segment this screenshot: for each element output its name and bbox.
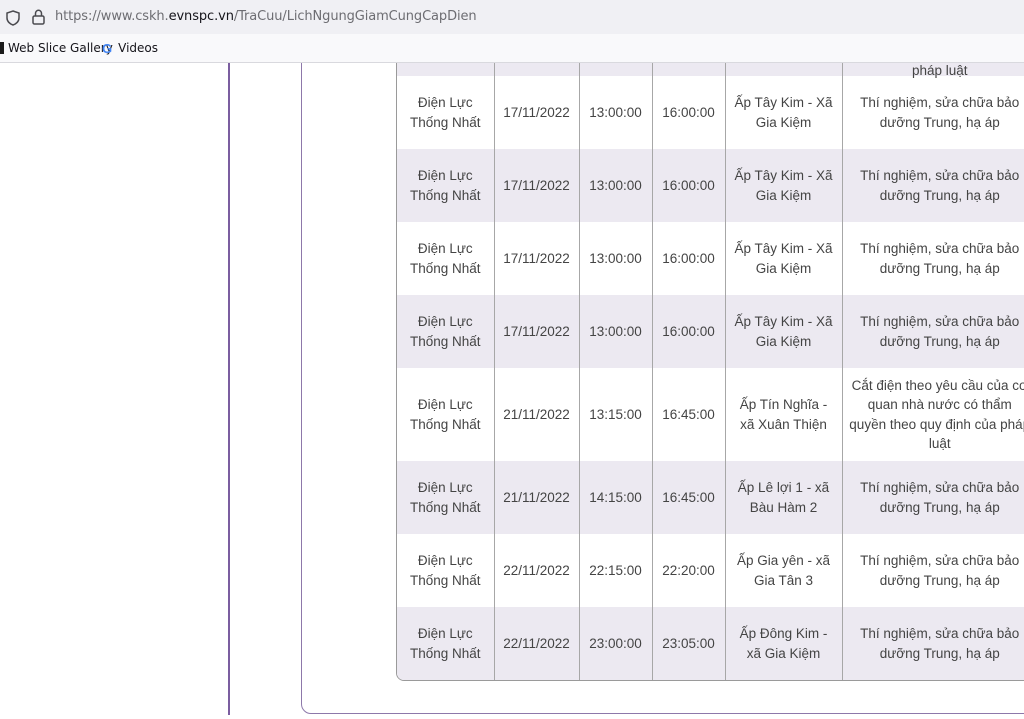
- url-text[interactable]: https://www.cskh.evnspc.vn/TraCuu/LichNg…: [55, 9, 477, 24]
- start-time-cell: 13:00:00: [578, 149, 652, 222]
- table-row: Điện Lực Thống Nhất 22/11/2022 23:00:00 …: [397, 607, 1024, 680]
- reason-cell: Thí nghiệm, sửa chữa bảo dưỡng Trung, hạ…: [841, 149, 1024, 222]
- unit-cell: Điện Lực Thống Nhất: [397, 295, 494, 368]
- start-time-cell: 23:00:00: [578, 607, 652, 680]
- end-time-cell: 16:45:00: [651, 368, 725, 461]
- end-time-cell: 16:00:00: [651, 149, 725, 222]
- unit-cell: Điện Lực Thống Nhất: [397, 149, 494, 222]
- bookmark-videos[interactable]: G Videos: [102, 34, 158, 62]
- area-cell: Ấp Tây Kim - Xã Gia Kiệm: [724, 149, 842, 222]
- date-cell: 22/11/2022: [493, 534, 579, 607]
- start-time-cell: 13:00:00: [578, 76, 652, 149]
- start-time-cell: 22:15:00: [578, 534, 652, 607]
- table-row: Điện Lực Thống Nhất 17/11/2022 13:00:00 …: [397, 149, 1024, 222]
- area-cell: Ấp Đông Kim - xã Gia Kiệm: [724, 607, 842, 680]
- end-time-cell: 16:00:00: [651, 76, 725, 149]
- reason-cell: Thí nghiệm, sửa chữa bảo dưỡng Trung, hạ…: [841, 461, 1024, 534]
- area-cell: Ấp Gia yên - xã Gia Tân 3: [724, 534, 842, 607]
- reason-cell: Thí nghiệm, sửa chữa bảo dưỡng Trung, hạ…: [841, 295, 1024, 368]
- sidebar-divider: [228, 63, 230, 715]
- area-cell: Ấp Tây Kim - Xã Gia Kiệm: [724, 295, 842, 368]
- end-time-cell: 23:05:00: [651, 607, 725, 680]
- table-row: Điện Lực Thống Nhất 17/11/2022 13:00:00 …: [397, 222, 1024, 295]
- date-cell: 17/11/2022: [493, 295, 579, 368]
- end-time-cell: 16:45:00: [651, 461, 725, 534]
- unit-cell: Điện Lực Thống Nhất: [397, 461, 494, 534]
- table-row: Điện Lực Thống Nhất 17/11/2022 13:00:00 …: [397, 76, 1024, 149]
- date-cell: 21/11/2022: [493, 368, 579, 461]
- area-cell: Ấp Tây Kim - Xã Gia Kiệm: [724, 222, 842, 295]
- url-prefix: https://www.cskh.: [55, 9, 169, 24]
- unit-cell: Điện Lực Thống Nhất: [397, 534, 494, 607]
- date-cell: 21/11/2022: [493, 461, 579, 534]
- table-row: Điện Lực Thống Nhất 17/11/2022 13:00:00 …: [397, 295, 1024, 368]
- reason-cell: Thí nghiệm, sửa chữa bảo dưỡng Trung, hạ…: [841, 76, 1024, 149]
- end-time-cell: 16:00:00: [651, 295, 725, 368]
- date-cell: 17/11/2022: [493, 149, 579, 222]
- date-cell: 17/11/2022: [493, 222, 579, 295]
- bookmark-web-slice-gallery[interactable]: Web Slice Gallery: [0, 34, 113, 62]
- url-path: /TraCuu/LichNgungGiamCungCapDien: [233, 9, 477, 24]
- web-slice-icon: [0, 42, 4, 54]
- lock-icon[interactable]: [32, 9, 45, 25]
- end-time-cell: 22:20:00: [651, 534, 725, 607]
- reason-cell: Thí nghiệm, sửa chữa bảo dưỡng Trung, hạ…: [841, 222, 1024, 295]
- unit-cell: Điện Lực Thống Nhất: [397, 76, 494, 149]
- shield-icon[interactable]: [6, 10, 20, 26]
- outage-schedule-table: pháp luật Điện Lực Thống Nhất 17/11/2022…: [396, 63, 1024, 681]
- table-row: Điện Lực Thống Nhất 21/11/2022 13:15:00 …: [397, 368, 1024, 461]
- unit-cell: Điện Lực Thống Nhất: [397, 607, 494, 680]
- start-time-cell: 13:00:00: [578, 222, 652, 295]
- bookmark-label: Videos: [118, 41, 158, 55]
- reason-cell: Cắt điện theo yêu cầu của cơ quan nhà nư…: [841, 368, 1024, 461]
- date-cell: 17/11/2022: [493, 76, 579, 149]
- area-cell: Ấp Lê lợi 1 - xã Bàu Hàm 2: [724, 461, 842, 534]
- reason-cell: Thí nghiệm, sửa chữa bảo dưỡng Trung, hạ…: [841, 534, 1024, 607]
- area-cell: Ấp Tây Kim - Xã Gia Kiệm: [724, 76, 842, 149]
- bookmarks-bar: Web Slice Gallery G Videos: [0, 34, 1024, 63]
- start-time-cell: 14:15:00: [578, 461, 652, 534]
- bookmark-label: Web Slice Gallery: [8, 41, 113, 55]
- browser-url-bar[interactable]: https://www.cskh.evnspc.vn/TraCuu/LichNg…: [0, 0, 1024, 34]
- date-cell: 22/11/2022: [493, 607, 579, 680]
- table-row: Điện Lực Thống Nhất 22/11/2022 22:15:00 …: [397, 534, 1024, 607]
- unit-cell: Điện Lực Thống Nhất: [397, 222, 494, 295]
- url-host: evnspc.vn: [168, 9, 234, 24]
- reason-cell: Thí nghiệm, sửa chữa bảo dưỡng Trung, hạ…: [841, 607, 1024, 680]
- google-icon: G: [102, 40, 113, 56]
- start-time-cell: 13:15:00: [578, 368, 652, 461]
- unit-cell: Điện Lực Thống Nhất: [397, 368, 494, 461]
- start-time-cell: 13:00:00: [578, 295, 652, 368]
- table-row-partial: pháp luật: [397, 63, 1024, 78]
- end-time-cell: 16:00:00: [651, 222, 725, 295]
- area-cell: Ấp Tín Nghĩa - xã Xuân Thiện: [724, 368, 842, 461]
- table-row: Điện Lực Thống Nhất 21/11/2022 14:15:00 …: [397, 461, 1024, 534]
- page-content: pháp luật Điện Lực Thống Nhất 17/11/2022…: [0, 63, 1024, 719]
